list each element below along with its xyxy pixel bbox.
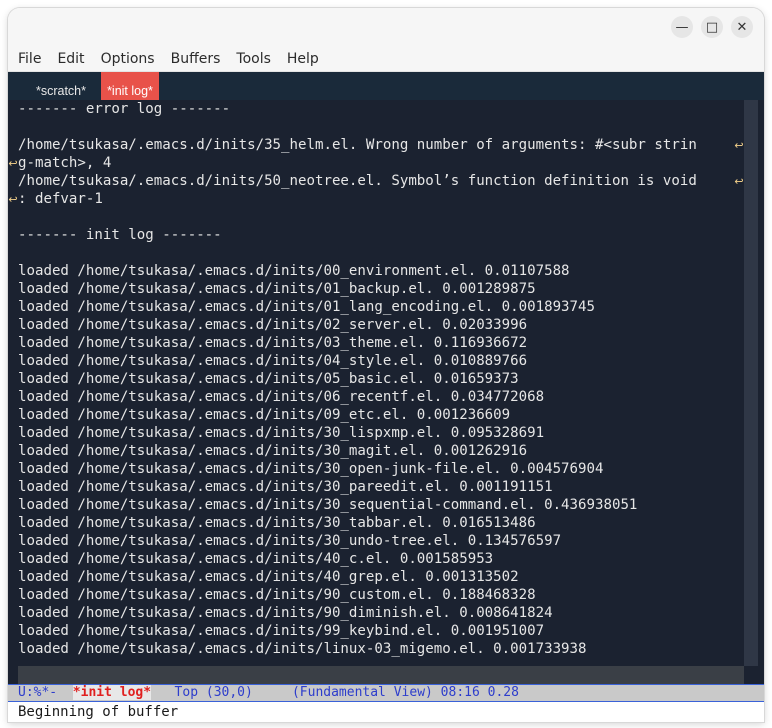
buffer-line: loaded /home/tsukasa/.emacs.d/inits/01_l… bbox=[18, 299, 595, 315]
buffer-line: ------- init log ------- bbox=[18, 227, 222, 243]
buffer-line: loaded /home/tsukasa/.emacs.d/inits/30_l… bbox=[18, 425, 545, 441]
buffer-line: loaded /home/tsukasa/.emacs.d/inits/linu… bbox=[18, 641, 587, 657]
buffer-line: g-match>, 4 bbox=[18, 155, 112, 171]
menu-edit[interactable]: Edit bbox=[57, 51, 84, 67]
close-icon[interactable]: ✕ bbox=[731, 16, 753, 38]
buffer-line: loaded /home/tsukasa/.emacs.d/inits/30_o… bbox=[18, 461, 604, 477]
maximize-icon[interactable]: □ bbox=[701, 16, 723, 38]
buffer-line: loaded /home/tsukasa/.emacs.d/inits/06_r… bbox=[18, 389, 545, 405]
tab-bar: *scratch* *init log* bbox=[8, 72, 764, 100]
buffer-line: loaded /home/tsukasa/.emacs.d/inits/40_c… bbox=[18, 551, 494, 567]
menu-options[interactable]: Options bbox=[101, 51, 155, 67]
modeline-status: U:%*- bbox=[18, 685, 73, 700]
menu-buffers[interactable]: Buffers bbox=[171, 51, 221, 67]
buffer-line: : defvar-1 bbox=[18, 191, 103, 207]
buffer-line bbox=[18, 118, 744, 136]
buffer-line bbox=[18, 244, 744, 262]
buffer-line: loaded /home/tsukasa/.emacs.d/inits/90_c… bbox=[18, 587, 536, 603]
buffer-line: loaded /home/tsukasa/.emacs.d/inits/30_m… bbox=[18, 443, 528, 459]
buffer-line: loaded /home/tsukasa/.emacs.d/inits/30_s… bbox=[18, 497, 638, 513]
buffer-line: loaded /home/tsukasa/.emacs.d/inits/02_s… bbox=[18, 317, 528, 333]
buffer-text[interactable]: ------- error log ------- /home/tsukasa/.… bbox=[18, 100, 744, 666]
wrap-indicator-icon: ↩ bbox=[8, 156, 18, 170]
mode-line: U:%*- *init log* Top (30,0) (Fundamental… bbox=[8, 684, 764, 702]
tab-scratch[interactable]: *scratch* bbox=[22, 72, 100, 100]
buffer-line: loaded /home/tsukasa/.emacs.d/inits/00_e… bbox=[18, 263, 570, 279]
buffer-line: loaded /home/tsukasa/.emacs.d/inits/04_s… bbox=[18, 353, 528, 369]
left-fringe bbox=[8, 100, 18, 684]
minimize-icon[interactable]: — bbox=[671, 16, 693, 38]
buffer-line: loaded /home/tsukasa/.emacs.d/inits/30_t… bbox=[18, 515, 536, 531]
menu-bar: File Edit Options Buffers Tools Help bbox=[8, 46, 764, 72]
modeline-buffer-name[interactable]: *init log* bbox=[72, 685, 152, 700]
buffer-line: loaded /home/tsukasa/.emacs.d/inits/05_b… bbox=[18, 371, 519, 387]
scrollbar-thumb[interactable] bbox=[744, 100, 758, 666]
vertical-scrollbar[interactable] bbox=[744, 100, 758, 684]
wrap-indicator-icon: ↩ bbox=[8, 192, 18, 206]
buffer-line: ------- error log ------- bbox=[18, 101, 231, 117]
tab-init-log[interactable]: *init log* bbox=[101, 72, 159, 100]
menu-help[interactable]: Help bbox=[287, 51, 319, 67]
horizontal-scrollbar[interactable] bbox=[18, 666, 744, 684]
buffer-line: loaded /home/tsukasa/.emacs.d/inits/90_d… bbox=[18, 605, 553, 621]
buffer-line bbox=[18, 208, 744, 226]
echo-area: Beginning of buffer bbox=[8, 702, 764, 722]
buffer-line: loaded /home/tsukasa/.emacs.d/inits/40_g… bbox=[18, 569, 519, 585]
buffer-line: loaded /home/tsukasa/.emacs.d/inits/30_p… bbox=[18, 479, 553, 495]
buffer-line: loaded /home/tsukasa/.emacs.d/inits/09_e… bbox=[18, 407, 511, 423]
emacs-window: — □ ✕ File Edit Options Buffers Tools He… bbox=[8, 8, 764, 722]
menu-tools[interactable]: Tools bbox=[236, 51, 271, 67]
buffer-line: /home/tsukasa/.emacs.d/inits/50_neotree.… bbox=[18, 173, 697, 189]
buffer-line: loaded /home/tsukasa/.emacs.d/inits/03_t… bbox=[18, 335, 528, 351]
buffer-line: loaded /home/tsukasa/.emacs.d/inits/99_k… bbox=[18, 623, 545, 639]
menu-file[interactable]: File bbox=[18, 51, 41, 67]
modeline-position: Top (30,0) bbox=[151, 685, 292, 700]
buffer-line: loaded /home/tsukasa/.emacs.d/inits/30_u… bbox=[18, 533, 562, 549]
editor-area[interactable]: ↩ ↩ ↩ ↩ ------- error log -------/home/t… bbox=[8, 100, 764, 684]
buffer-line: loaded /home/tsukasa/.emacs.d/inits/01_b… bbox=[18, 281, 536, 297]
modeline-major-mode[interactable]: (Fundamental View) bbox=[292, 685, 433, 700]
modeline-time: 08:16 0.28 bbox=[432, 685, 519, 700]
buffer-line: /home/tsukasa/.emacs.d/inits/35_helm.el.… bbox=[18, 137, 697, 153]
title-bar: — □ ✕ bbox=[8, 8, 764, 46]
